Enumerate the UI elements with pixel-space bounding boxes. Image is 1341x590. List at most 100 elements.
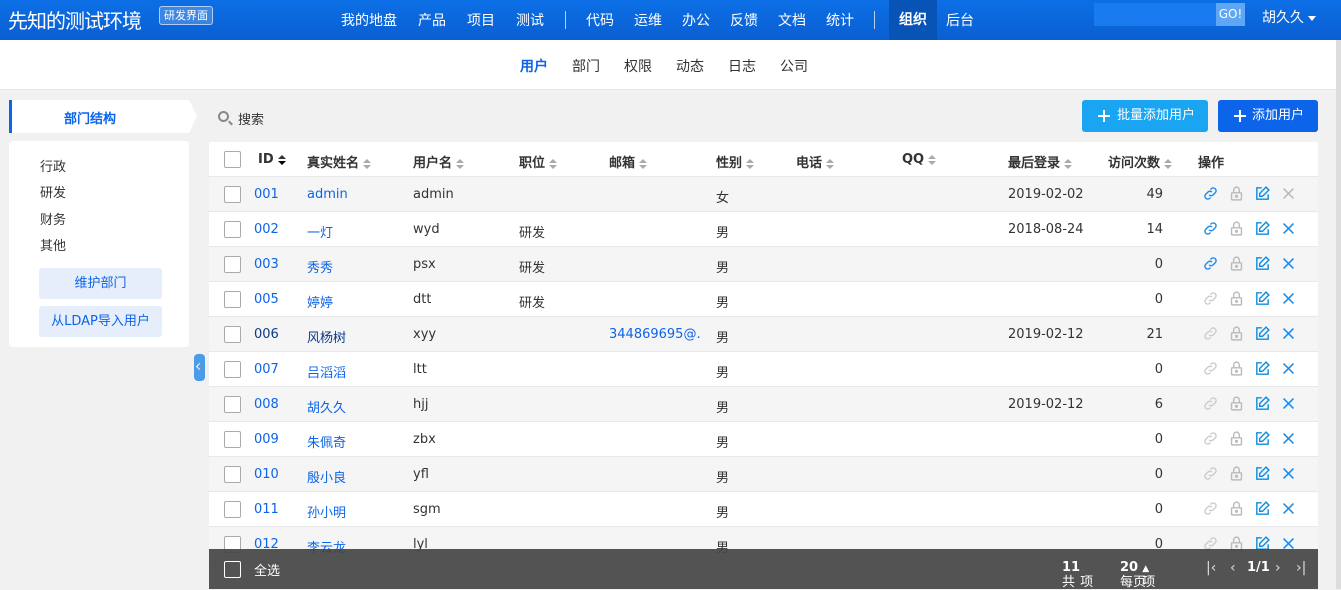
last-page-icon[interactable]: ›| — [1296, 560, 1306, 576]
tab-activity[interactable]: 动态 — [676, 56, 704, 76]
search-icon[interactable] — [218, 111, 229, 122]
delete-icon[interactable] — [1280, 465, 1297, 482]
edit-icon[interactable] — [1254, 500, 1271, 517]
nav-feedback[interactable]: 反馈 — [730, 10, 758, 30]
cell-id[interactable]: 011 — [254, 502, 279, 517]
table-row[interactable]: 003 秀秀 psx 研发 男 0 — [209, 247, 1318, 282]
edit-icon[interactable] — [1254, 465, 1271, 482]
prev-page-icon[interactable]: ‹ — [1230, 560, 1236, 576]
header-checkbox[interactable] — [224, 151, 241, 168]
nav-product[interactable]: 产品 — [418, 10, 446, 30]
nav-code[interactable]: 代码 — [586, 10, 614, 30]
global-search-input[interactable] — [1094, 3, 1216, 26]
cell-id[interactable]: 007 — [254, 362, 279, 377]
nav-project[interactable]: 项目 — [467, 10, 495, 30]
tab-company[interactable]: 公司 — [780, 56, 808, 76]
col-realname[interactable]: 真实姓名 — [307, 152, 372, 171]
maintain-dept-button[interactable]: 维护部门 — [39, 268, 162, 299]
delete-icon[interactable] — [1280, 500, 1297, 517]
unbind-link-icon[interactable] — [1202, 360, 1219, 377]
tab-permissions[interactable]: 权限 — [624, 56, 652, 76]
row-checkbox[interactable] — [224, 221, 241, 238]
edit-icon[interactable] — [1254, 360, 1271, 377]
lock-icon[interactable] — [1228, 325, 1245, 342]
next-page-icon[interactable]: › — [1275, 560, 1281, 576]
table-row[interactable]: 005 婷婷 dtt 研发 男 0 — [209, 282, 1318, 317]
row-checkbox[interactable] — [224, 291, 241, 308]
unbind-link-icon[interactable] — [1202, 430, 1219, 447]
tab-departments[interactable]: 部门 — [572, 56, 600, 76]
col-phone[interactable]: 电话 — [796, 152, 835, 171]
cell-id[interactable]: 005 — [254, 292, 279, 307]
row-checkbox[interactable] — [224, 501, 241, 518]
nav-my-space[interactable]: 我的地盘 — [341, 10, 397, 30]
cell-realname[interactable]: 风杨树 — [307, 327, 346, 346]
col-email[interactable]: 邮箱 — [609, 152, 648, 171]
tab-users[interactable]: 用户 — [520, 56, 548, 76]
lock-icon[interactable] — [1228, 360, 1245, 377]
lock-icon[interactable] — [1228, 465, 1245, 482]
col-username[interactable]: 用户名 — [413, 152, 465, 171]
brand-title[interactable]: 先知的测试环境 — [8, 5, 142, 34]
table-row[interactable]: 007 吕滔滔 ltt 男 0 — [209, 352, 1318, 387]
cell-id[interactable]: 008 — [254, 397, 279, 412]
cell-realname[interactable]: admin — [307, 187, 348, 202]
col-gender[interactable]: 性别 — [716, 152, 755, 171]
lock-icon[interactable] — [1228, 395, 1245, 412]
cell-id[interactable]: 002 — [254, 222, 279, 237]
nav-organization[interactable]: 组织 — [889, 0, 937, 40]
delete-icon[interactable] — [1280, 360, 1297, 377]
cell-realname[interactable]: 一灯 — [307, 222, 333, 241]
nav-admin[interactable]: 后台 — [946, 10, 974, 30]
col-role[interactable]: 职位 — [519, 152, 558, 171]
dept-item-admin[interactable]: 行政 — [40, 156, 66, 175]
delete-icon[interactable] — [1280, 325, 1297, 342]
edit-icon[interactable] — [1254, 290, 1271, 307]
unbind-link-icon[interactable] — [1202, 500, 1219, 517]
first-page-icon[interactable]: |‹ — [1206, 560, 1216, 576]
user-menu[interactable]: 胡久久 — [1262, 7, 1316, 27]
lock-icon[interactable] — [1228, 185, 1245, 202]
go-button[interactable]: GO! — [1216, 3, 1245, 26]
lock-icon[interactable] — [1228, 500, 1245, 517]
dept-item-other[interactable]: 其他 — [40, 235, 66, 254]
dept-item-finance[interactable]: 财务 — [40, 209, 66, 228]
unbind-link-icon[interactable] — [1202, 185, 1219, 202]
lock-icon[interactable] — [1228, 290, 1245, 307]
row-checkbox[interactable] — [224, 431, 241, 448]
ldap-import-button[interactable]: 从LDAP导入用户 — [39, 306, 162, 337]
table-row[interactable]: 011 孙小明 sgm 男 0 — [209, 492, 1318, 527]
cell-id[interactable]: 009 — [254, 432, 279, 447]
cell-email[interactable]: 344869695@... — [609, 327, 701, 342]
cell-id[interactable]: 003 — [254, 257, 279, 272]
nav-test[interactable]: 测试 — [516, 10, 544, 30]
col-last-login[interactable]: 最后登录 — [1008, 152, 1073, 171]
delete-icon[interactable] — [1280, 290, 1297, 307]
lock-icon[interactable] — [1228, 255, 1245, 272]
unbind-link-icon[interactable] — [1202, 465, 1219, 482]
unbind-link-icon[interactable] — [1202, 220, 1219, 237]
cell-realname[interactable]: 婷婷 — [307, 292, 333, 311]
unbind-link-icon[interactable] — [1202, 290, 1219, 307]
edit-icon[interactable] — [1254, 220, 1271, 237]
delete-icon[interactable] — [1280, 395, 1297, 412]
batch-add-user-button[interactable]: 批量添加用户 — [1082, 100, 1208, 132]
unbind-link-icon[interactable] — [1202, 325, 1219, 342]
edit-icon[interactable] — [1254, 325, 1271, 342]
col-id[interactable]: ID — [258, 152, 286, 167]
add-user-button[interactable]: 添加用户 — [1218, 100, 1318, 132]
row-checkbox[interactable] — [224, 361, 241, 378]
table-row[interactable]: 006 风杨树 xyy 344869695@... 男 2019-02-12 2… — [209, 317, 1318, 352]
edit-icon[interactable] — [1254, 185, 1271, 202]
lock-icon[interactable] — [1228, 220, 1245, 237]
row-checkbox[interactable] — [224, 256, 241, 273]
unbind-link-icon[interactable] — [1202, 255, 1219, 272]
dept-item-rd[interactable]: 研发 — [40, 182, 66, 201]
row-checkbox[interactable] — [224, 466, 241, 483]
delete-icon[interactable] — [1280, 185, 1297, 202]
col-qq[interactable]: QQ — [902, 152, 937, 167]
table-row[interactable]: 010 殷小良 yfl 男 0 — [209, 457, 1318, 492]
per-page-select[interactable]: 每页 20 项 ▲ — [1120, 560, 1155, 590]
cell-realname[interactable]: 朱佩奇 — [307, 432, 346, 451]
col-visits[interactable]: 访问次数 — [1108, 152, 1173, 171]
